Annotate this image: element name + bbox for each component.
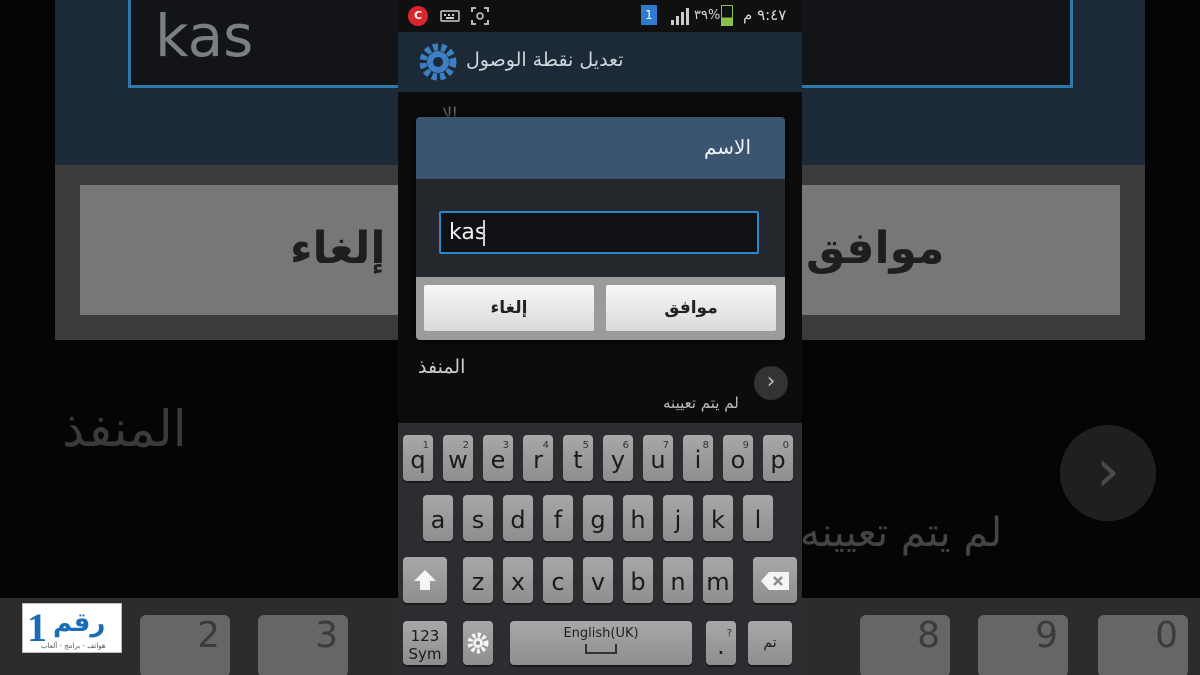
key-hint: 0 [782,440,789,451]
symbols-key[interactable]: 123 Sym [403,621,447,665]
key[interactable]: c [543,557,573,603]
page-title: تعديل نقطة الوصول [466,49,624,71]
key-hint: 9 [742,440,749,451]
battery-icon [721,5,733,26]
language-label: English(UK) [563,626,639,641]
dialog-header: الاسم [416,117,785,179]
action-bar: تعديل نقطة الوصول [398,32,802,92]
key-label: t [573,446,583,474]
key[interactable]: v [583,557,613,603]
key-hint: 2 [462,440,469,451]
period-key[interactable]: ?. [706,621,736,665]
ok-button[interactable]: موافق [606,285,776,331]
key[interactable]: 3e [483,435,513,481]
bg-key: 0 [1098,615,1188,675]
key[interactable]: g [583,495,613,541]
key-hint: ? [726,628,732,639]
dialog-buttons: إلغاء موافق [416,277,785,340]
key[interactable]: 6y [603,435,633,481]
space-bar-icon [585,644,617,654]
key[interactable]: k [703,495,733,541]
port-label[interactable]: المنفذ [418,356,465,378]
bg-key: 9 [978,615,1068,675]
backspace-key[interactable] [753,557,797,603]
space-key[interactable]: English(UK) [510,621,692,665]
shift-key[interactable] [403,557,447,603]
key[interactable]: x [503,557,533,603]
key[interactable]: f [543,495,573,541]
bg-port-label: المنفذ [62,400,187,458]
key-hint: 4 [542,440,549,451]
key[interactable]: d [503,495,533,541]
bg-cancel-label: إلغاء [290,223,386,274]
status-bar: C 1 ٣٩% ٩:٤٧ م [398,0,802,32]
bg-key: 2 [140,615,230,675]
clock: ٩:٤٧ م [743,6,787,24]
key[interactable]: 9o [723,435,753,481]
bg-cancel-button: إلغاء [80,185,398,315]
port-value: لم يتم تعيينه [663,394,739,412]
key[interactable]: m [703,557,733,603]
bg-unset-text: لم يتم تعيينه [800,510,1003,556]
name-input[interactable] [439,211,759,254]
key[interactable]: n [663,557,693,603]
backspace-icon [761,572,789,590]
bg-key: 8 [860,615,950,675]
battery-percent: ٣٩% [694,8,721,23]
key[interactable]: j [663,495,693,541]
key-hint: 3 [502,440,509,451]
key-label: . [717,632,725,660]
phone-screen: C 1 ٣٩% ٩:٤٧ م تعديل نقطة الوصول الا الم… [398,0,802,675]
key[interactable]: 4r [523,435,553,481]
name-dialog: الاسم إلغاء موافق [416,117,785,340]
key[interactable]: 0p [763,435,793,481]
key[interactable]: h [623,495,653,541]
logo-word: رقم [53,608,106,638]
key-hint: 1 [422,440,429,451]
signal-icon [671,8,689,25]
settings-cog-icon [467,632,489,654]
dialog-title: الاسم [703,135,751,159]
key-label: r [533,446,543,474]
bg-ok-label: موافق [806,223,945,274]
key[interactable]: b [623,557,653,603]
key-hint: 6 [622,440,629,451]
bg-key: 3 [258,615,348,675]
shift-arrow-icon [414,570,436,590]
key[interactable]: 5t [563,435,593,481]
notification-badge: 1 [641,5,657,25]
screenshot-icon [471,7,489,25]
key[interactable]: a [423,495,453,541]
key[interactable]: z [463,557,493,603]
watermark-logo: 1 رقم هواتف - برامج - ألعاب [22,603,122,653]
text-cursor [483,220,485,246]
cancel-button[interactable]: إلغاء [424,285,594,331]
chevron-right-icon[interactable]: › [754,366,788,400]
settings-gear-icon[interactable] [418,42,458,82]
logo-tagline: هواتف - برامج - ألعاب [41,642,106,650]
key-label: i [694,446,702,474]
keyboard-icon [440,10,460,22]
key[interactable]: l [743,495,773,541]
key-hint: 5 [582,440,589,451]
bg-field-text: kas [155,2,254,70]
key[interactable]: s [463,495,493,541]
settings-key[interactable] [463,621,493,665]
bg-ok-button: موافق [802,185,1120,315]
key[interactable]: 7u [643,435,673,481]
app-notification-icon: C [408,6,428,26]
done-key[interactable]: تم [748,621,792,665]
bg-chevron-icon: › [1060,425,1156,521]
screen: kas إلغاء موافق المنفذ لم يتم تعيينه › 2… [0,0,1200,675]
key[interactable]: 2w [443,435,473,481]
key-hint: 8 [702,440,709,451]
key[interactable]: 1q [403,435,433,481]
soft-keyboard: 1q 2w 3e 4r 5t 6y 7u 8i 9o 0p a s d f g … [398,423,802,675]
key-hint: 7 [662,440,669,451]
key[interactable]: 8i [683,435,713,481]
dialog-body [416,179,785,277]
